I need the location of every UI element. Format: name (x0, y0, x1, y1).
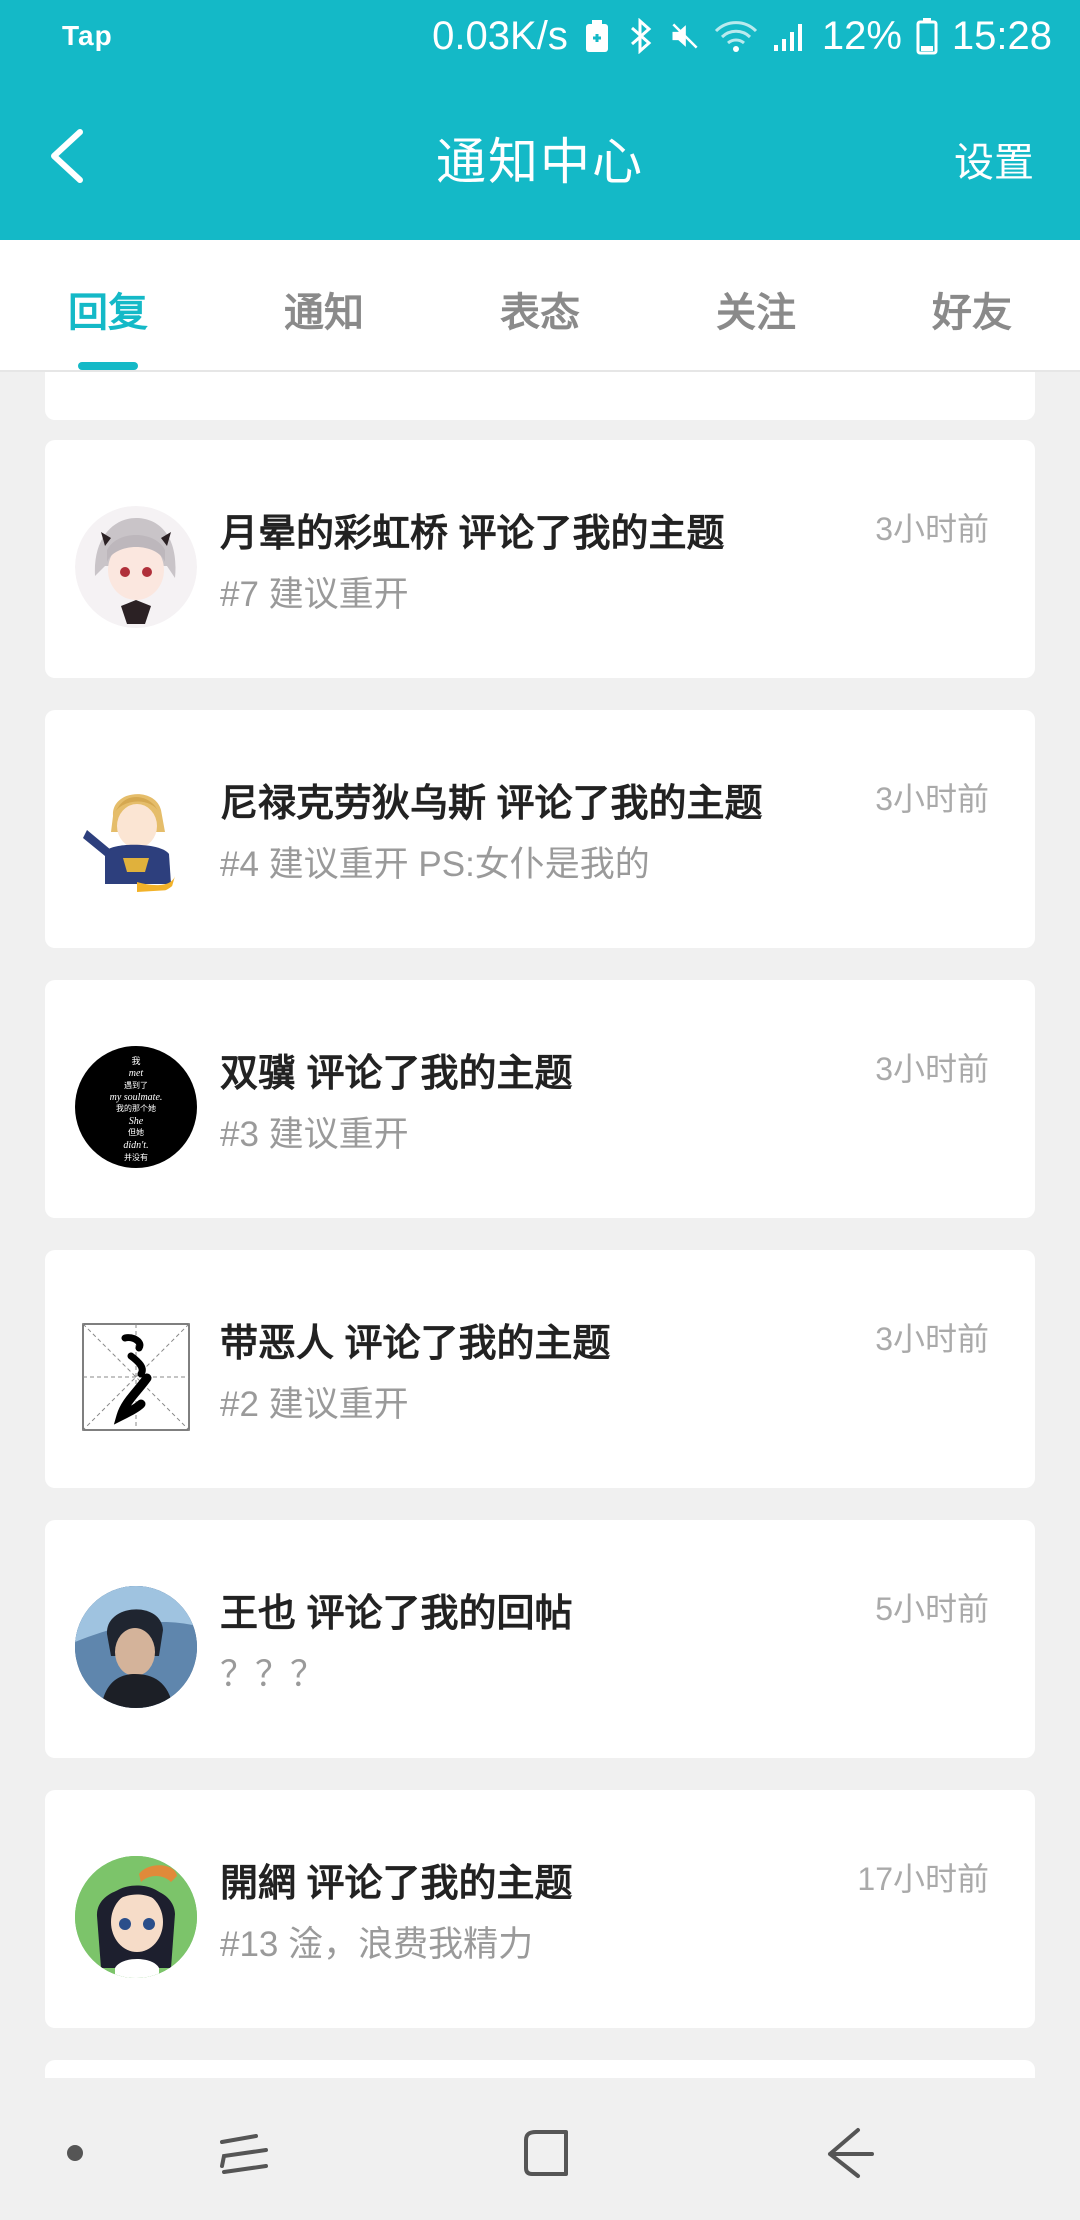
tab-bar: 回复 通知 表态 关注 好友 (0, 240, 1080, 372)
notification-card[interactable]: 尼禄克劳狄乌斯 评论了我的主题 #4 建议重开 PS:女仆是我的 3小时前 (45, 710, 1035, 948)
notification-card[interactable]: 月晕的彩虹桥 评论了我的主题 #7 建议重开 3小时前 (45, 440, 1035, 678)
avatar-text-line: didn't. (123, 1140, 148, 1151)
network-speed: 0.03K/s (432, 13, 568, 58)
avatar[interactable] (75, 1586, 197, 1708)
notification-card[interactable]: 我 met 遇到了 my soulmate. 我的那个她 She 但她 didn… (45, 980, 1035, 1218)
notification-list[interactable]: 月晕的彩虹桥 评论了我的主题 #7 建议重开 3小时前 尼禄克劳狄乌斯 评论了我… (45, 372, 1035, 2078)
avatar-text-line: my soulmate. (110, 1092, 163, 1103)
notification-time: 3小时前 (875, 781, 989, 817)
signal-icon (772, 19, 808, 53)
notification-title: 開網 评论了我的主题 (220, 1863, 573, 1905)
avatar[interactable]: 我 met 遇到了 my soulmate. 我的那个她 She 但她 didn… (75, 1046, 197, 1168)
notification-title: 双骥 评论了我的主题 (220, 1053, 573, 1095)
notification-content: #2 建议重开 (220, 1385, 409, 1424)
notification-card[interactable]: 带恶人 评论了我的主题 #2 建议重开 3小时前 (45, 1250, 1035, 1488)
avatar[interactable] (75, 506, 197, 628)
back-nav-button[interactable] (810, 2118, 880, 2188)
tab-notifications[interactable]: 通知 (244, 280, 404, 338)
notification-content: #3 建议重开 (220, 1115, 409, 1154)
avatar-text-line: 我 (131, 1056, 140, 1066)
active-tab-indicator (78, 362, 138, 370)
status-icons: 0.03K/s 12% 15:28 (432, 10, 1052, 62)
avatar[interactable] (75, 1316, 197, 1438)
clock: 15:28 (951, 13, 1052, 58)
avatar[interactable] (75, 776, 197, 898)
notification-content: #4 建议重开 PS:女仆是我的 (220, 845, 650, 884)
notification-card[interactable]: 開網 评论了我的主题 #13 淦，浪费我精力 17小时前 (45, 1790, 1035, 2028)
recent-apps-button[interactable] (210, 2118, 280, 2188)
notification-time: 17小时前 (857, 1861, 989, 1897)
notification-card[interactable]: 王也 评论了我的回帖 ？？？ 5小时前 (45, 1520, 1035, 1758)
tab-replies[interactable]: 回复 (28, 280, 188, 338)
notification-time: 3小时前 (875, 1321, 989, 1357)
avatar-text-line: 遇到了 (124, 1081, 148, 1090)
battery-saver-icon (582, 19, 612, 53)
notification-card-partial[interactable] (45, 372, 1035, 420)
notification-card-partial[interactable] (45, 2060, 1035, 2078)
tab-reactions[interactable]: 表态 (460, 280, 620, 338)
battery-percent: 12% (821, 13, 902, 58)
app-bar: 通知中心 设置 (0, 72, 1080, 240)
notification-time: 3小时前 (875, 511, 989, 547)
avatar-text-line: She (129, 1116, 144, 1127)
avatar-text-line: 我的那个她 (116, 1103, 156, 1113)
mute-icon (670, 19, 700, 53)
avatar-text-line: 并没有 (124, 1152, 148, 1162)
status-bar: Tap 0.03K/s 12% 15:28 (0, 0, 1080, 72)
dot-indicator-icon (40, 2118, 110, 2188)
notification-content: #7 建议重开 (220, 575, 409, 614)
notification-content: ？？？ (220, 1655, 326, 1694)
settings-button[interactable]: 设置 (954, 130, 1034, 188)
battery-icon (916, 18, 938, 55)
bluetooth-icon (626, 18, 656, 54)
carrier-logo: Tap (62, 20, 113, 51)
notification-time: 3小时前 (875, 1051, 989, 1087)
avatar[interactable] (75, 1856, 197, 1978)
page-title: 通知中心 (436, 134, 644, 190)
tab-friends[interactable]: 好友 (892, 280, 1052, 338)
notification-content: #13 淦，浪费我精力 (220, 1925, 534, 1964)
notification-title: 月晕的彩虹桥 评论了我的主题 (220, 513, 725, 555)
wifi-icon (714, 19, 758, 53)
notification-time: 5小时前 (875, 1591, 989, 1627)
notification-title: 带恶人 评论了我的主题 (220, 1323, 611, 1365)
avatar-text-line: met (129, 1068, 144, 1079)
notification-title: 尼禄克劳狄乌斯 评论了我的主题 (220, 783, 763, 825)
tab-follows[interactable]: 关注 (676, 280, 836, 338)
notification-title: 王也 评论了我的回帖 (220, 1593, 573, 1635)
home-button[interactable] (510, 2118, 580, 2188)
system-navigation-bar (0, 2078, 1080, 2220)
avatar-text-line: 但她 (128, 1127, 144, 1137)
